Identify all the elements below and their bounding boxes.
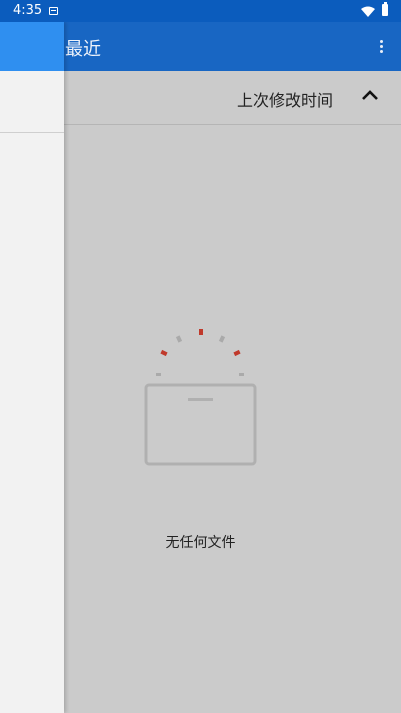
empty-box-icon [144, 329, 257, 466]
empty-message-text: 无任何文件 [165, 535, 236, 551]
status-time: 4:35 [13, 3, 43, 18]
empty-state-illustration [144, 326, 258, 468]
sim-card-icon [49, 7, 58, 15]
battery-icon [382, 2, 388, 16]
navigation-drawer[interactable] [0, 22, 64, 713]
drawer-header [0, 22, 64, 71]
wifi-icon [361, 6, 375, 17]
page-title: 最近 [65, 39, 101, 60]
status-bar: 4:35 [0, 0, 401, 22]
more-options-icon[interactable] [371, 36, 391, 56]
chevron-up-icon[interactable] [361, 88, 379, 102]
drawer-divider [0, 132, 64, 133]
sort-by-button[interactable]: 上次修改时间 [237, 87, 333, 111]
